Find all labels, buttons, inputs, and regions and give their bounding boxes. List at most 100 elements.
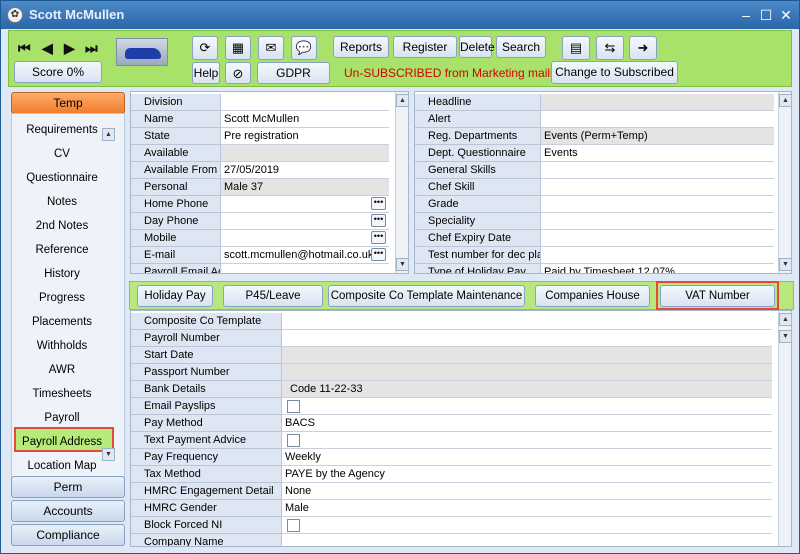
- sidebar-item-payroll-address[interactable]: Payroll Address: [12, 436, 112, 448]
- more-options-icon[interactable]: •••: [371, 197, 386, 210]
- delete-button[interactable]: Delete: [459, 36, 495, 58]
- sidebar-item-location-map[interactable]: Location Map: [12, 460, 112, 472]
- field-value[interactable]: PAYE by the Agency: [282, 466, 772, 483]
- sidebar-item-placements[interactable]: Placements: [12, 316, 112, 328]
- sidebar-item-notes[interactable]: Notes: [12, 196, 112, 208]
- refresh-icon[interactable]: ⟳: [192, 36, 218, 60]
- sidebar-item-withholds[interactable]: Withholds: [12, 340, 112, 352]
- sidebar-item-history[interactable]: History: [12, 268, 112, 280]
- field-row: Dept. Questionnaire Events: [415, 145, 791, 162]
- sidebar-item-timesheets[interactable]: Timesheets: [12, 388, 112, 400]
- field-value[interactable]: [541, 196, 774, 213]
- field-value[interactable]: [221, 145, 389, 162]
- field-value[interactable]: [282, 364, 772, 381]
- field-value[interactable]: [541, 94, 774, 111]
- field-value[interactable]: Male 37: [221, 179, 389, 196]
- change-to-subscribed-button[interactable]: Change to Subscribed: [551, 61, 678, 84]
- field-value[interactable]: Weekly: [282, 449, 772, 466]
- tab-holiday-pay[interactable]: Holiday Pay: [137, 285, 213, 307]
- field-label: Dept. Questionnaire: [415, 145, 541, 162]
- help-button[interactable]: Help: [192, 62, 220, 84]
- field-value[interactable]: [541, 111, 774, 128]
- tab-composite-co-template[interactable]: Composite Co Template Maintenance: [328, 285, 525, 307]
- field-value[interactable]: Pre registration: [221, 128, 389, 145]
- field-value[interactable]: Code 11-22-33: [282, 381, 772, 398]
- next-record-icon[interactable]: ▶: [64, 40, 75, 57]
- field-value[interactable]: [541, 162, 774, 179]
- sidebar-item-requirements[interactable]: Requirements: [12, 124, 112, 136]
- field-value[interactable]: [282, 432, 772, 449]
- scroll-up-icon[interactable]: ▲: [102, 128, 115, 141]
- score-button[interactable]: Score 0%: [14, 61, 102, 83]
- field-value[interactable]: [282, 347, 772, 364]
- close-icon[interactable]: ✕: [777, 6, 795, 24]
- perm-button[interactable]: Perm: [11, 476, 125, 498]
- field-value[interactable]: [282, 313, 772, 330]
- checkbox[interactable]: [287, 519, 300, 532]
- field-label: General Skills: [415, 162, 541, 179]
- field-value-text: Pre registration: [224, 130, 299, 142]
- previous-record-icon[interactable]: ◀: [42, 40, 53, 57]
- logout-icon[interactable]: ➜: [629, 36, 657, 60]
- envelope-icon[interactable]: ✉: [258, 36, 284, 60]
- field-value[interactable]: [282, 330, 772, 347]
- sidebar-item-awr[interactable]: AWR: [12, 364, 112, 376]
- tab-p45-leave[interactable]: P45/Leave: [223, 285, 323, 307]
- field-value[interactable]: 27/05/2019: [221, 162, 389, 179]
- field-value[interactable]: Events: [541, 145, 774, 162]
- field-row: Chef Expiry Date: [415, 230, 791, 247]
- checkbox[interactable]: [287, 400, 300, 413]
- field-value-text: Scott McMullen: [224, 113, 300, 125]
- grid-icon[interactable]: ▦: [225, 36, 251, 60]
- minimize-icon[interactable]: –: [737, 6, 755, 24]
- field-value[interactable]: Events (Perm+Temp): [541, 128, 774, 145]
- field-row: +Bank DetailsCode 11-22-33: [131, 381, 791, 398]
- register-button[interactable]: Register: [393, 36, 457, 58]
- sidebar-item-2nd-notes[interactable]: 2nd Notes: [12, 220, 112, 232]
- field-value[interactable]: [541, 247, 774, 264]
- field-value[interactable]: [282, 534, 772, 546]
- field-value[interactable]: [282, 517, 772, 534]
- sidebar-item-cv[interactable]: CV: [12, 148, 112, 160]
- scroll-down-icon[interactable]: ▼: [102, 448, 115, 461]
- more-options-icon[interactable]: •••: [371, 231, 386, 244]
- export-icon[interactable]: ▤: [562, 36, 590, 60]
- field-value[interactable]: None: [282, 483, 772, 500]
- field-value[interactable]: Male: [282, 500, 772, 517]
- field-value[interactable]: [541, 213, 774, 230]
- last-record-icon[interactable]: ⏭: [85, 40, 98, 57]
- field-value[interactable]: Scott McMullen: [221, 111, 389, 128]
- tab-companies-house[interactable]: Companies House: [535, 285, 650, 307]
- more-options-icon[interactable]: •••: [371, 248, 386, 261]
- field-value[interactable]: [221, 196, 389, 213]
- field-value[interactable]: [221, 230, 389, 247]
- gdpr-button[interactable]: GDPR: [257, 62, 330, 84]
- maximize-icon[interactable]: ☐: [757, 6, 775, 24]
- checkbox[interactable]: [287, 434, 300, 447]
- temp-button[interactable]: Temp: [11, 92, 125, 114]
- chat-icon[interactable]: 💬: [291, 36, 317, 60]
- no-phone-icon[interactable]: ⊘: [225, 62, 251, 84]
- sidebar-item-questionnaire[interactable]: Questionnaire: [12, 172, 112, 184]
- field-value[interactable]: [541, 179, 774, 196]
- more-options-icon[interactable]: •••: [371, 214, 386, 227]
- compliance-button[interactable]: Compliance: [11, 524, 125, 546]
- reports-button[interactable]: Reports: [333, 36, 389, 58]
- field-value[interactable]: [221, 94, 389, 111]
- field-value[interactable]: scott.mcmullen@hotmail.co.uk: [221, 247, 389, 264]
- field-value[interactable]: BACS: [282, 415, 772, 432]
- field-row: +Chef Skill: [415, 179, 791, 196]
- sidebar-item-progress[interactable]: Progress: [12, 292, 112, 304]
- accounts-button[interactable]: Accounts: [11, 500, 125, 522]
- field-value[interactable]: [541, 230, 774, 247]
- window-title: Scott McMullen: [29, 7, 125, 22]
- sidebar-item-reference[interactable]: Reference: [12, 244, 112, 256]
- field-value[interactable]: [221, 264, 389, 273]
- field-value[interactable]: [282, 398, 772, 415]
- search-button[interactable]: Search: [496, 36, 546, 58]
- transfer-icon[interactable]: ⇆: [596, 36, 624, 60]
- first-record-icon[interactable]: ⏮: [18, 40, 31, 57]
- sidebar-item-payroll[interactable]: Payroll: [12, 412, 112, 424]
- field-value[interactable]: [221, 213, 389, 230]
- field-value[interactable]: Paid by Timesheet 12.07%: [541, 264, 774, 273]
